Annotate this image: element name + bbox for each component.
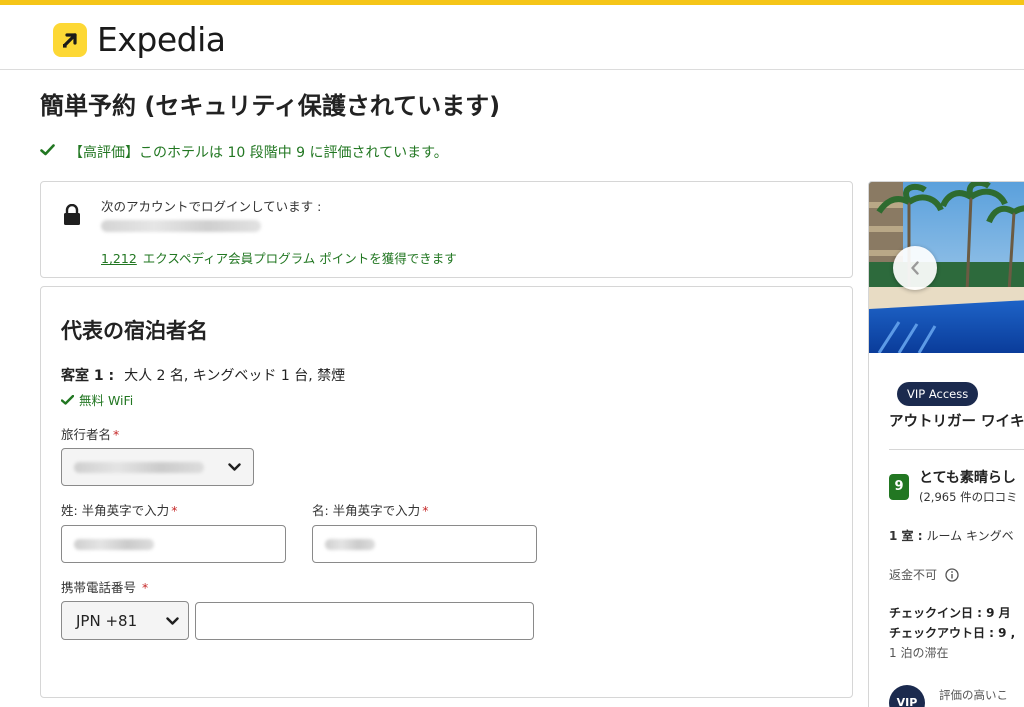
chevron-down-icon — [228, 463, 241, 471]
last-name-redacted — [74, 539, 154, 550]
wifi-text: 無料 WiFi — [79, 393, 134, 408]
traveler-name-redacted — [74, 462, 204, 473]
high-rating-notice: 【高評価】このホテルは 10 段階中 9 に評価されています。 — [40, 142, 448, 162]
sidebar-divider — [889, 449, 1024, 450]
non-refundable-text: 返金不可 — [889, 568, 938, 582]
account-email-redacted — [101, 220, 261, 232]
chevron-down-icon — [166, 617, 179, 625]
points-notice: 1,212 エクスペディア会員プログラム ポイントを獲得できます — [101, 248, 457, 267]
traveler-label: 旅行者名 * — [61, 424, 119, 443]
checkout-date: チェックアウト日 : 9 , — [889, 626, 1016, 640]
vip-icon: VIP — [889, 685, 925, 707]
checkmark-icon — [61, 394, 74, 405]
phone-label-text: 携帯電話番号 — [61, 580, 137, 595]
hotel-name: アウトリガー ワイキ — [889, 414, 1024, 430]
guest-section-title: 代表の宿泊者名 — [61, 319, 208, 343]
checkmark-icon — [40, 144, 55, 160]
checkin-date: チェックイン日 : 9 月 — [889, 606, 1011, 620]
required-mark: * — [422, 503, 429, 518]
traveler-label-text: 旅行者名 — [61, 427, 112, 442]
first-name-input[interactable] — [312, 525, 537, 563]
review-count[interactable]: (2,965 件の口コミ — [919, 489, 1018, 505]
login-info-card: 次のアカウントでログインしています : 1,212 エクスペディア会員プログラム … — [40, 181, 853, 278]
required-mark: * — [171, 503, 178, 518]
phone-number-input[interactable] — [195, 602, 534, 640]
stay-length: 1 泊の滞在 — [889, 646, 949, 660]
first-name-label: 名: 半角英字で入力 * — [312, 500, 428, 519]
expedia-logo[interactable]: Expedia — [53, 20, 226, 59]
logo-wordmark: Expedia — [97, 20, 226, 59]
vip-access-badge: VIP Access — [897, 382, 979, 406]
country-code-select[interactable]: JPN +81 — [61, 601, 189, 640]
first-name-label-text: 名: 半角英字で入力 — [312, 503, 421, 518]
vip-note: 評価の高いこ — [939, 688, 1008, 702]
sidebar-room-label: 1 室 : — [889, 529, 923, 543]
sidebar-room-summary: 1 室 : ルーム キングベ — [889, 527, 1014, 544]
info-icon[interactable] — [945, 567, 959, 582]
required-mark: * — [113, 427, 120, 442]
carousel-prev-button[interactable] — [893, 246, 937, 290]
chevron-left-icon — [911, 261, 919, 275]
points-number[interactable]: 1,212 — [101, 251, 137, 266]
room-summary: 客室 1 : 大人 2 名, キングベッド 1 台, 禁煙 — [61, 365, 345, 385]
country-code-value: JPN +81 — [76, 611, 138, 630]
review-score-word: とても素晴らし — [919, 470, 1016, 486]
primary-guest-card: 代表の宿泊者名 客室 1 : 大人 2 名, キングベッド 1 台, 禁煙 無料 … — [40, 286, 853, 698]
rating-text: 【高評価】このホテルは 10 段階中 9 に評価されています。 — [69, 145, 448, 161]
booking-summary-sidebar: VIP Access アウトリガー ワイキ 9 とても素晴らし (2,965 件… — [868, 181, 1024, 707]
non-refundable-note: 返金不可 — [889, 566, 959, 583]
required-mark: * — [142, 580, 149, 595]
traveler-select[interactable] — [61, 448, 254, 486]
points-text: エクスペディア会員プログラム ポイントを獲得できます — [142, 251, 457, 266]
page-title: 簡単予約 (セキュリティ保護されています) — [40, 92, 501, 120]
login-label: 次のアカウントでログインしています : — [101, 199, 322, 214]
site-header: Expedia — [0, 5, 1024, 70]
review-score-badge: 9 — [889, 474, 909, 500]
phone-label: 携帯電話番号 * — [61, 577, 148, 596]
last-name-label: 姓: 半角英字で入力 * — [61, 500, 177, 519]
sidebar-room-type: ルーム キングベ — [926, 529, 1014, 543]
last-name-input[interactable] — [61, 525, 286, 563]
last-name-label-text: 姓: 半角英字で入力 — [61, 503, 170, 518]
room-label: 客室 1 : — [61, 368, 115, 384]
room-description: 大人 2 名, キングベッド 1 台, 禁煙 — [124, 368, 346, 384]
first-name-redacted — [325, 539, 375, 550]
expedia-arrow-icon — [53, 23, 87, 57]
wifi-amenity: 無料 WiFi — [61, 390, 133, 409]
lock-icon — [63, 203, 81, 230]
